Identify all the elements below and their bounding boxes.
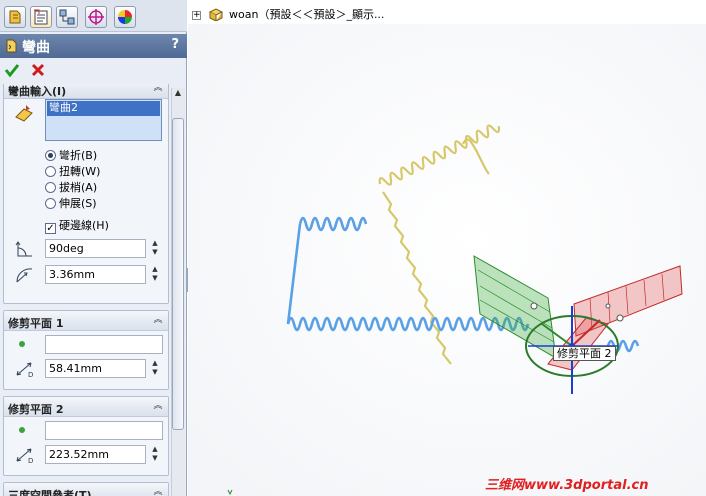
bend-input-group: 彎曲輸入(I) ︽ 彎曲2 彎折(B) 扭轉(W) 拔梢(A) 伸展(S) ✓ 硬…: [3, 84, 169, 304]
hard-edges-checkbox[interactable]: ✓: [45, 223, 56, 234]
feature-title: 彎曲: [22, 40, 50, 56]
collapse-chevron-icon[interactable]: ︽: [152, 486, 164, 496]
trim-plane-1-title: 修剪平面 1: [8, 317, 64, 330]
collapse-chevron-icon[interactable]: ︽: [152, 84, 164, 94]
trim-plane-2-reference-field[interactable]: [45, 421, 163, 440]
property-manager-panel: 彎曲 ? 彎曲輸入(I) ︽ 彎曲2 彎折(B) 扭轉(W) 拔梢(A) 伸展(…: [0, 0, 187, 496]
radius-field[interactable]: 3.36mm: [45, 265, 146, 284]
property-icon: [34, 9, 48, 25]
manager-tabs: [0, 0, 187, 32]
svg-text:D: D: [28, 371, 33, 379]
radio-twisting-dot[interactable]: [45, 166, 56, 177]
svg-text:D: D: [28, 457, 33, 465]
hard-edges-label: 硬邊線(H): [59, 219, 109, 232]
selected-body-item[interactable]: 彎曲2: [47, 101, 160, 116]
triad-group: 三度空間參考(T) ︽: [3, 482, 169, 496]
bend-input-title: 彎曲輸入(I): [8, 85, 67, 98]
trim-plane-callout[interactable]: 修剪平面 2: [553, 346, 616, 361]
distance-icon: D: [16, 448, 33, 465]
part-icon: [208, 8, 223, 22]
ok-check-icon[interactable]: [4, 62, 20, 78]
cancel-x-icon[interactable]: [30, 62, 46, 78]
angle-spinner[interactable]: ▲ ▼: [149, 239, 161, 258]
trim-plane-2-header[interactable]: 修剪平面 2 ︽: [4, 397, 168, 417]
viewport-background: [188, 24, 706, 496]
reference-point-icon: [19, 427, 25, 433]
crosshair-icon: [88, 9, 104, 25]
trim-plane-1-spinner[interactable]: ▲ ▼: [149, 359, 161, 378]
collapse-chevron-icon[interactable]: ︽: [152, 314, 164, 326]
flex-feature-icon: [6, 39, 17, 53]
radio-bending-dot[interactable]: [45, 150, 56, 161]
panel-scroll-area: 彎曲輸入(I) ︽ 彎曲2 彎折(B) 扭轉(W) 拔梢(A) 伸展(S) ✓ 硬…: [0, 84, 187, 496]
triad-title: 三度空間參考(T): [8, 489, 92, 496]
trim-plane-1-header[interactable]: 修剪平面 1 ︽: [4, 311, 168, 331]
trim-plane-1-group: 修剪平面 1 ︽ D 58.41mm ▲ ▼: [3, 310, 169, 390]
help-button[interactable]: ?: [171, 37, 179, 52]
graphics-viewport[interactable]: [188, 24, 706, 496]
collapse-chevron-icon[interactable]: ︽: [152, 400, 164, 412]
property-manager-tab[interactable]: [30, 6, 52, 28]
radio-tapering-label: 拔梢(A): [59, 181, 98, 194]
triad-header[interactable]: 三度空間參考(T) ︽: [4, 483, 168, 496]
angle-icon: [15, 241, 32, 257]
scrollbar-thumb[interactable]: [172, 118, 184, 430]
part-name: woan（預設＜＜預設＞_顯示...: [229, 8, 385, 21]
angle-field[interactable]: 90deg: [45, 239, 146, 258]
radio-bending-label: 彎折(B): [59, 149, 98, 162]
configuration-icon: [59, 9, 75, 25]
radio-tapering-dot[interactable]: [45, 182, 56, 193]
display-manager-tab[interactable]: [114, 6, 136, 28]
feature-title-bar: 彎曲 ?: [0, 34, 187, 58]
dimxpert-tab[interactable]: [85, 6, 107, 28]
bend-input-header[interactable]: 彎曲輸入(I) ︽: [4, 84, 168, 99]
radio-stretching-label: 伸展(S): [59, 197, 97, 210]
trim-plane-2-distance-field[interactable]: 223.52mm: [45, 445, 146, 464]
reference-point-icon: [19, 341, 25, 347]
trim-plane-1-distance-field[interactable]: 58.41mm: [45, 359, 146, 378]
radio-tapering[interactable]: 拔梢(A): [45, 181, 97, 196]
radius-spinner[interactable]: ▲ ▼: [149, 265, 161, 284]
expand-plus-icon[interactable]: +: [192, 11, 201, 20]
feature-tree-root[interactable]: + woan（預設＜＜預設＞_顯示...: [192, 6, 384, 22]
radio-twisting[interactable]: 扭轉(W): [45, 165, 100, 180]
bodies-selection-icon: [15, 105, 33, 122]
trim-plane-2-spinner[interactable]: ▲ ▼: [149, 445, 161, 464]
hard-edges-checkbox-row[interactable]: ✓ 硬邊線(H): [45, 219, 109, 234]
radio-stretching-dot[interactable]: [45, 198, 56, 209]
radio-stretching[interactable]: 伸展(S): [45, 197, 97, 212]
color-wheel-icon: [118, 10, 132, 24]
feature-tree-icon: [9, 10, 21, 24]
scroll-up-arrow-icon[interactable]: ▲: [172, 88, 184, 102]
watermark: 三维网www.3dportal.cn: [485, 478, 649, 493]
feature-manager-tab[interactable]: [4, 6, 26, 28]
trim-plane-2-group: 修剪平面 2 ︽ D 223.52mm ▲ ▼: [3, 396, 169, 476]
trim-plane-2-title: 修剪平面 2: [8, 403, 64, 416]
radio-twisting-label: 扭轉(W): [59, 165, 101, 178]
bodies-listbox[interactable]: 彎曲2: [45, 99, 162, 141]
radius-icon: [16, 268, 33, 283]
trim-plane-1-reference-field[interactable]: [45, 335, 163, 354]
configuration-manager-tab[interactable]: [56, 6, 78, 28]
distance-icon: D: [16, 362, 33, 379]
radio-bending[interactable]: 彎折(B): [45, 149, 97, 164]
